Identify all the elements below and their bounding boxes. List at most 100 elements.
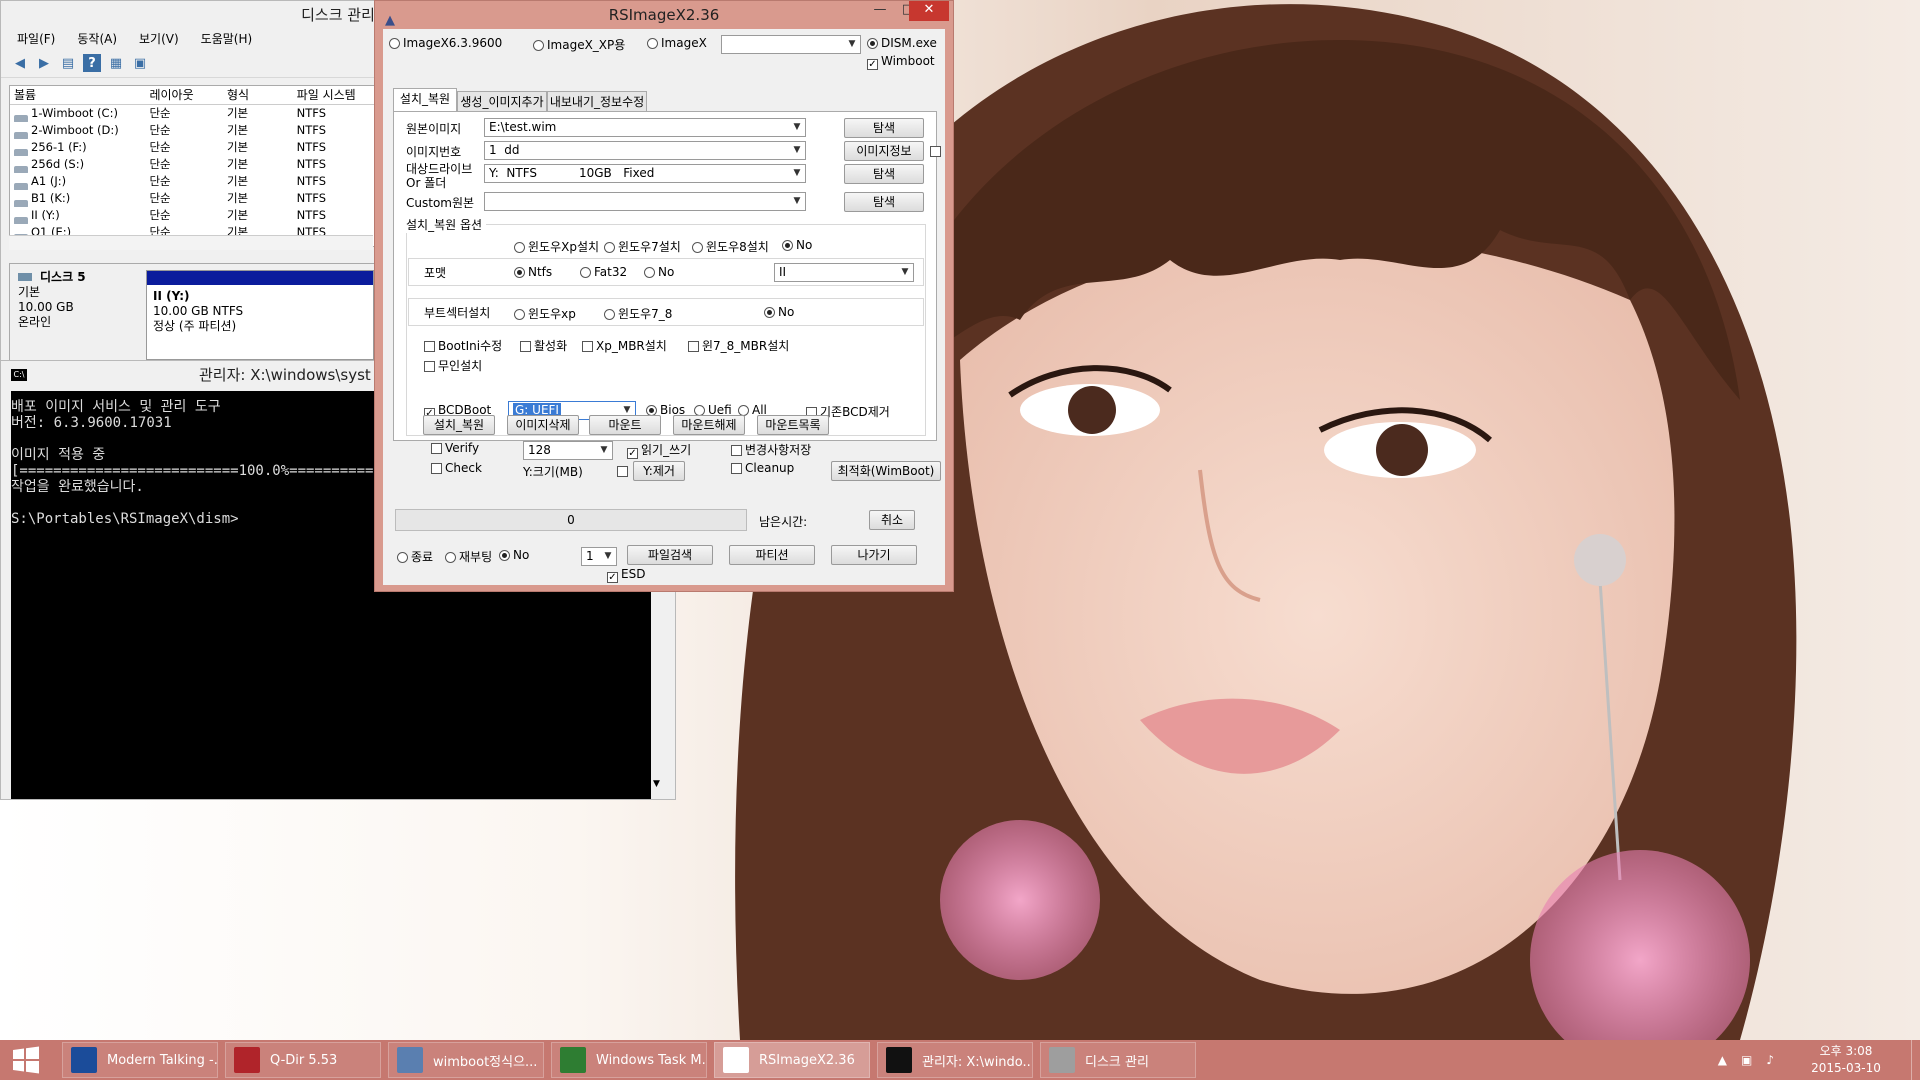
console-tree-icon[interactable]: ▤ — [59, 54, 77, 72]
after-action-option[interactable]: 재부팅 — [445, 548, 492, 565]
taskbar-item[interactable]: 관리자: X:\windo... — [877, 1042, 1033, 1078]
engine-dism[interactable]: DISM.exe — [867, 36, 937, 50]
show-hide-icon[interactable]: ▦ — [107, 54, 125, 72]
install-os-radio[interactable] — [782, 240, 793, 251]
help-icon[interactable]: ? — [83, 54, 101, 72]
engine-dism-radio[interactable] — [867, 38, 878, 49]
target-drive-combo[interactable]: Y: NTFS 10GB Fixed ▼ — [484, 164, 806, 183]
esd-checkbox[interactable]: ✓ ESD — [607, 567, 645, 583]
table-row[interactable]: II (Y:) 단순 기본 NTFS — [10, 207, 374, 224]
after-action-radio[interactable] — [397, 552, 408, 563]
close-button[interactable]: ✕ — [909, 1, 949, 21]
format-radio[interactable] — [514, 267, 525, 278]
table-row[interactable]: 256-1 (F:) 단순 기본 NTFS — [10, 139, 374, 156]
clock[interactable]: 오후 3:08 2015-03-10 — [1806, 1043, 1886, 1077]
start-button[interactable] — [0, 1040, 52, 1080]
cancel-button[interactable]: 취소 — [869, 510, 915, 530]
column-volume[interactable]: 볼륨 — [10, 86, 145, 104]
partition-block[interactable]: II (Y:) 10.00 GB NTFS 정상 (주 파티션) — [146, 270, 374, 360]
after-action-option[interactable]: 종료 — [397, 548, 433, 565]
taskbar-item[interactable]: wimboot정식으... — [388, 1042, 544, 1078]
image-info-checkbox[interactable] — [930, 146, 941, 157]
format-option[interactable]: Ntfs — [514, 265, 552, 279]
format-option[interactable]: Fat32 — [580, 265, 627, 279]
menu-action[interactable]: 동작(A) — [77, 29, 117, 49]
minimize-button[interactable]: — — [867, 1, 893, 21]
mount-button[interactable]: 마운트 — [589, 415, 661, 435]
partition-button[interactable]: 파티션 — [729, 545, 815, 565]
cleanup-checkbox[interactable]: Cleanup — [731, 461, 794, 475]
menu-help[interactable]: 도움말(H) — [201, 29, 253, 49]
format-radio[interactable] — [644, 267, 655, 278]
option-checkbox[interactable]: 윈7_8_MBR설치 — [688, 337, 789, 354]
after-action-radio[interactable] — [499, 550, 510, 561]
engine-imagex-radio[interactable] — [647, 38, 658, 49]
volume-list-hscrollbar[interactable] — [9, 235, 373, 250]
install-os-radio[interactable] — [692, 242, 703, 253]
scroll-down-icon[interactable]: ▼ — [653, 779, 660, 789]
engine-imagex-xp-radio[interactable] — [533, 40, 544, 51]
option-checkbox[interactable]: 활성화 — [520, 337, 567, 354]
after-action-radio[interactable] — [445, 552, 456, 563]
table-row[interactable]: 2-Wimboot (D:) 단순 기본 NTFS — [10, 122, 374, 139]
unmount-button[interactable]: 마운트해제 — [673, 415, 745, 435]
engine-imagex-xp[interactable]: ImageX_XP용 — [533, 36, 625, 53]
tab-export-edit[interactable]: 내보내기_정보수정 — [547, 91, 647, 112]
install-os-option[interactable]: 윈도우7설치 — [604, 238, 681, 255]
y-remove-checkbox[interactable] — [617, 466, 628, 477]
count-combo[interactable]: 1 ▼ — [581, 547, 617, 566]
install-os-option[interactable]: 윈도우Xp설치 — [514, 238, 599, 255]
taskbar-item[interactable]: Modern Talking -... — [62, 1042, 218, 1078]
install-os-option[interactable]: No — [782, 238, 812, 252]
after-action-option[interactable]: No — [499, 548, 529, 562]
table-row[interactable]: A1 (J:) 단순 기본 NTFS — [10, 173, 374, 190]
size-combo[interactable]: 128 ▼ — [523, 441, 613, 460]
show-hidden-icons-icon[interactable]: ▲ — [1718, 1053, 1727, 1067]
option-checkbox[interactable]: BootIni수정 — [424, 337, 502, 354]
wimboot-check[interactable]: ✓ — [867, 59, 878, 70]
disk-label[interactable]: 디스크 5 기본 10.00 GB 온라인 — [10, 264, 142, 362]
browse-source-button[interactable]: 탐색 — [844, 118, 924, 138]
volume-icon[interactable]: ♪ — [1766, 1053, 1774, 1067]
source-image-combo[interactable]: E:\test.wim ▼ — [484, 118, 806, 137]
tab-install-restore[interactable]: 설치_복원 — [393, 88, 457, 112]
bootsector-radio[interactable] — [604, 309, 615, 320]
save-changes-checkbox[interactable]: 변경사항저장 — [731, 441, 811, 458]
tab-create-append[interactable]: 생성_이미지추가 — [457, 91, 547, 112]
file-search-button[interactable]: 파일검색 — [627, 545, 713, 565]
engine-imagex63-radio[interactable] — [389, 38, 400, 49]
properties-icon[interactable]: ▣ — [131, 54, 149, 72]
option-checkbox[interactable]: Xp_MBR설치 — [582, 337, 667, 354]
custom-source-combo[interactable]: ▼ — [484, 192, 806, 211]
read-write-checkbox[interactable]: ✓ 읽기_쓰기 — [627, 441, 691, 459]
install-os-option[interactable]: 윈도우8설치 — [692, 238, 769, 255]
install-os-radio[interactable] — [514, 242, 525, 253]
menu-file[interactable]: 파일(F) — [17, 29, 55, 49]
install-restore-button[interactable]: 설치_복원 — [423, 415, 495, 435]
column-layout[interactable]: 레이아웃 — [145, 86, 222, 104]
check-checkbox[interactable]: Check — [431, 461, 482, 475]
taskbar-item[interactable]: Q-Dir 5.53 — [225, 1042, 381, 1078]
taskbar-item[interactable]: RSImageX2.36 — [714, 1042, 870, 1078]
mount-list-button[interactable]: 마운트목록 — [757, 415, 829, 435]
network-icon[interactable]: ▣ — [1741, 1053, 1752, 1067]
wimboot-checkbox[interactable]: ✓ Wimboot — [867, 54, 935, 70]
browse-target-button[interactable]: 탐색 — [844, 164, 924, 184]
format-option[interactable]: No — [644, 265, 674, 279]
forward-arrow-icon[interactable]: ▶ — [35, 54, 53, 72]
show-desktop-button[interactable] — [1911, 1040, 1920, 1080]
bootsector-option[interactable]: No — [764, 305, 794, 319]
format-radio[interactable] — [580, 267, 591, 278]
menu-view[interactable]: 보기(V) — [139, 29, 179, 49]
column-type[interactable]: 형식 — [223, 86, 293, 104]
image-info-button[interactable]: 이미지정보 — [844, 141, 924, 161]
y-remove-button[interactable]: Y:제거 — [633, 461, 685, 481]
delete-image-button[interactable]: 이미지삭제 — [507, 415, 579, 435]
taskbar-item[interactable]: Windows Task M... — [551, 1042, 707, 1078]
browse-custom-button[interactable]: 탐색 — [844, 192, 924, 212]
table-row[interactable]: B1 (K:) 단순 기본 NTFS — [10, 190, 374, 207]
exit-button[interactable]: 나가기 — [831, 545, 917, 565]
column-filesystem[interactable]: 파일 시스템 — [293, 86, 374, 104]
install-os-radio[interactable] — [604, 242, 615, 253]
verify-checkbox[interactable]: Verify — [431, 441, 479, 455]
